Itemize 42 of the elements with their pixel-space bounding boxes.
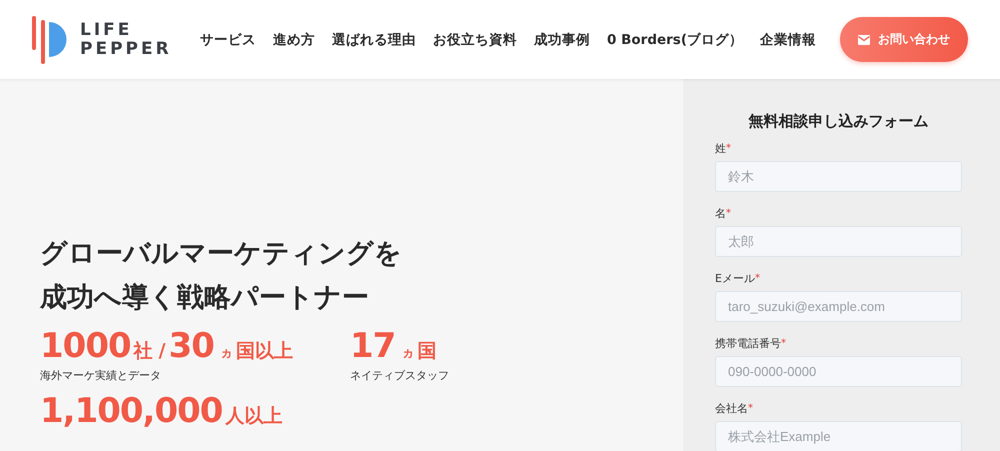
headline: 成功へ導く戦略パートナー [40, 281, 370, 315]
nav-link[interactable]: お役立ち資料 [433, 30, 517, 48]
headline: グローバルマーケティングを [40, 237, 403, 271]
nav-link[interactable]: 成功事例 [534, 30, 590, 48]
stat-unit: 社 [134, 339, 153, 364]
nav-link[interactable]: 0 Borders(ブログ） [607, 30, 743, 48]
required-mark: * [726, 207, 731, 221]
field-label: 姓 [715, 141, 726, 156]
stat-unit: ヵ [220, 345, 233, 362]
nav-link[interactable]: 選ばれる理由 [332, 30, 416, 48]
field-label: 携帯電話番号 [715, 336, 781, 351]
input-field[interactable]: 090-0000-0000 [715, 356, 962, 387]
input-field[interactable]: 株式会社Example [715, 421, 962, 451]
field-label: 会社名 [715, 401, 748, 416]
stat-number: 30 [168, 326, 214, 366]
field-label: Eメール [715, 271, 755, 286]
input-field[interactable]: 鈴木 [715, 161, 962, 192]
required-mark: * [754, 272, 760, 286]
stat-unit: 人以上 [225, 404, 282, 429]
mail-icon [858, 34, 870, 44]
required-mark: * [748, 402, 753, 416]
stat-number: 17 [350, 326, 396, 366]
nav-link[interactable]: サービス [200, 30, 256, 48]
input-field[interactable]: taro_suzuki@example.com [715, 291, 962, 322]
stat-number: 1,100,000 [40, 391, 222, 431]
logo-icon [30, 16, 68, 64]
required-mark: * [726, 142, 731, 156]
logo-text: PEPPER [80, 40, 172, 58]
field-label: 名 [715, 206, 726, 221]
nav-link[interactable]: 進め方 [273, 30, 315, 48]
stat-unit: 国 [417, 339, 436, 364]
logo-text: LIFE [80, 20, 134, 40]
form-title: 無料相談申し込みフォーム [748, 111, 930, 131]
stat-unit: / [158, 340, 166, 362]
stat-number: 1000 [40, 326, 131, 366]
stat-caption: 海外マーケ実績とデータ [40, 368, 162, 383]
input-field[interactable]: 太郎 [715, 226, 962, 257]
required-mark: * [781, 337, 786, 351]
stat-unit: 国以上 [236, 339, 293, 364]
stat-unit: ヵ [401, 345, 414, 362]
nav-link[interactable]: 企業情報 [760, 30, 816, 48]
stat-caption: ネイティブスタッフ [350, 368, 450, 383]
